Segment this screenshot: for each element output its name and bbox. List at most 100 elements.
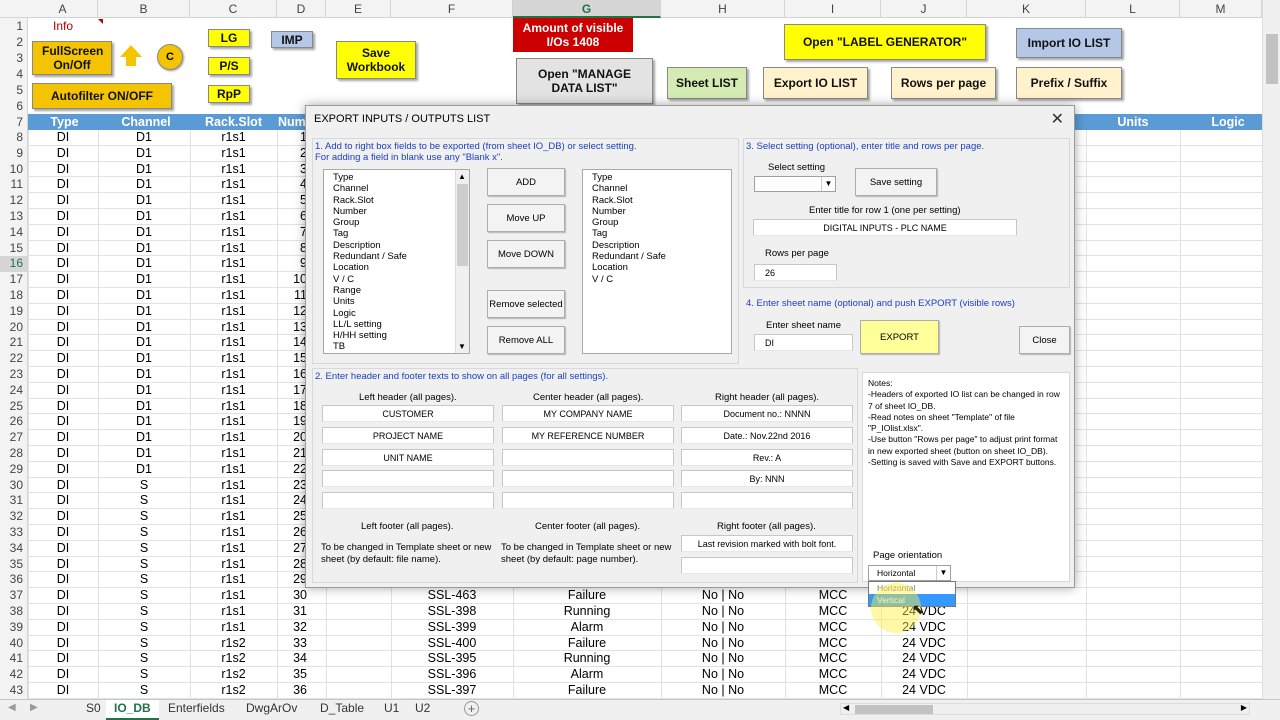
move-down-button[interactable]: Move DOWN xyxy=(487,240,565,268)
rpp-button[interactable]: RpP xyxy=(208,85,250,103)
cell-b[interactable]: D1 xyxy=(98,399,190,415)
row-number[interactable]: 40 xyxy=(0,635,28,652)
cell-b[interactable]: D1 xyxy=(98,241,190,257)
cell-c[interactable]: r1s1 xyxy=(190,399,277,415)
cell-c[interactable]: r1s1 xyxy=(190,525,277,541)
tab-nav-left-icon[interactable]: ◀ xyxy=(8,702,16,713)
cell-a[interactable]: DI xyxy=(28,225,98,241)
cell-j[interactable]: 24 VDC xyxy=(881,683,967,699)
cell-c[interactable]: r1s1 xyxy=(190,256,277,272)
sheet-list-button[interactable]: Sheet LIST xyxy=(667,67,747,99)
cell-b[interactable]: D1 xyxy=(98,383,190,399)
cell-c[interactable]: r1s1 xyxy=(190,557,277,573)
cell-d[interactable]: 20 xyxy=(277,430,307,446)
cell-c[interactable]: r1s1 xyxy=(190,367,277,383)
row-number[interactable]: 43 xyxy=(0,683,28,699)
cell-c[interactable]: r1s1 xyxy=(190,162,277,178)
row-number[interactable]: 36 xyxy=(0,572,28,589)
cell-c[interactable]: r1s1 xyxy=(190,414,277,430)
cell-a[interactable]: DI xyxy=(28,383,98,399)
cell-d[interactable]: 6 xyxy=(277,209,307,225)
cell-a[interactable]: DI xyxy=(28,256,98,272)
cell-a[interactable]: DI xyxy=(28,604,98,620)
right-footer-input-1[interactable]: Last revision marked with bolt font. xyxy=(681,535,853,552)
cell-b[interactable]: D1 xyxy=(98,272,190,288)
close-icon[interactable]: ✕ xyxy=(1051,109,1064,129)
prefix-suffix-button[interactable]: Prefix / Suffix xyxy=(1016,67,1122,99)
cell-g[interactable]: Running xyxy=(513,604,661,620)
cell-d[interactable]: 24 xyxy=(277,493,307,509)
list-item[interactable]: Type xyxy=(592,172,731,183)
cell-d[interactable]: 7 xyxy=(277,225,307,241)
cell-d[interactable]: 23 xyxy=(277,478,307,494)
cell-h[interactable]: No | No xyxy=(661,683,785,699)
cell-c[interactable]: r1s1 xyxy=(190,541,277,557)
cell-d[interactable]: 15 xyxy=(277,351,307,367)
cell-a[interactable]: DI xyxy=(28,572,98,588)
chevron-down-icon[interactable]: ▼ xyxy=(936,566,950,580)
lh-input[interactable]: CUSTOMER xyxy=(322,405,494,422)
cell-c[interactable]: r1s2 xyxy=(190,636,277,652)
ch-input[interactable]: MY REFERENCE NUMBER xyxy=(502,426,674,444)
cell-a[interactable]: DI xyxy=(28,446,98,462)
cell-c[interactable]: r1s1 xyxy=(190,177,277,193)
cell-c[interactable]: r1s1 xyxy=(190,462,277,478)
cell-f[interactable]: SSL-463 xyxy=(391,588,513,604)
lh-input[interactable]: PROJECT NAME xyxy=(322,426,494,444)
row-number[interactable]: 13 xyxy=(0,209,28,225)
cell-f[interactable]: SSL-399 xyxy=(391,620,513,636)
add-sheet-icon[interactable]: + xyxy=(464,701,479,716)
cell-d[interactable]: 21 xyxy=(277,446,307,462)
cell-h[interactable]: No | No xyxy=(661,604,785,620)
cell-g[interactable]: Alarm xyxy=(513,620,661,636)
cell-b[interactable]: D1 xyxy=(98,225,190,241)
row-number[interactable]: 25 xyxy=(0,398,28,415)
row-number[interactable]: 16 xyxy=(0,256,28,273)
list-item[interactable]: Channel xyxy=(592,183,731,194)
row-number[interactable]: 35 xyxy=(0,556,28,573)
cell-b[interactable]: S xyxy=(98,651,190,667)
export-fields-list[interactable]: Type Channel Rack.Slot Number Group Tag Descri… xyxy=(582,169,732,354)
cell-c[interactable]: r1s2 xyxy=(190,683,277,699)
lh-input[interactable] xyxy=(322,470,494,488)
cell-a[interactable]: DI xyxy=(28,399,98,415)
cell-d[interactable]: 14 xyxy=(277,335,307,351)
available-fields-list[interactable]: Type Channel Rack.Slot Number Group Tag Descri… xyxy=(323,169,470,354)
sheet-name-input[interactable]: DI xyxy=(754,334,853,351)
cell-d[interactable]: 16 xyxy=(277,367,307,383)
list-item[interactable]: TB xyxy=(333,341,469,352)
cell-d[interactable]: 22 xyxy=(277,462,307,478)
cell-c[interactable]: r1s2 xyxy=(190,651,277,667)
scroll-thumb[interactable] xyxy=(1266,34,1278,84)
row-number[interactable]: 6 xyxy=(0,98,28,114)
cell-c[interactable]: r1s1 xyxy=(190,572,277,588)
cell-b[interactable]: D1 xyxy=(98,351,190,367)
cell-a[interactable]: DI xyxy=(28,541,98,557)
cell-b[interactable]: D1 xyxy=(98,177,190,193)
cell-c[interactable]: r1s1 xyxy=(190,351,277,367)
cell-a[interactable]: DI xyxy=(28,272,98,288)
cell-a[interactable]: DI xyxy=(28,241,98,257)
cell-d[interactable]: 11 xyxy=(277,288,307,304)
row-number[interactable]: 20 xyxy=(0,319,28,336)
cell-a[interactable]: DI xyxy=(28,162,98,178)
cell-a[interactable]: DI xyxy=(28,557,98,573)
row-number[interactable]: 18 xyxy=(0,288,28,304)
scroll-right-icon[interactable]: ▶ xyxy=(1241,703,1247,712)
cell-j[interactable]: 24 VDC xyxy=(881,651,967,667)
cell-d[interactable]: 2 xyxy=(277,146,307,162)
cell-a[interactable]: DI xyxy=(28,351,98,367)
cell-b[interactable]: S xyxy=(98,588,190,604)
cell-i[interactable]: MCC xyxy=(785,651,881,667)
cell-h[interactable]: No | No xyxy=(661,651,785,667)
row-number[interactable]: 33 xyxy=(0,525,28,541)
cell-c[interactable]: r1s1 xyxy=(190,320,277,336)
cell-i[interactable]: MCC xyxy=(785,620,881,636)
cell-c[interactable]: r1s1 xyxy=(190,383,277,399)
cell-h[interactable]: No | No xyxy=(661,588,785,604)
autofilter-button[interactable]: Autofilter ON/OFF xyxy=(32,83,172,109)
import-io-list-button[interactable]: Import IO LIST xyxy=(1016,28,1122,58)
cell-f[interactable]: SSL-400 xyxy=(391,636,513,652)
cell-d[interactable]: 36 xyxy=(277,683,307,699)
cell-a[interactable]: DI xyxy=(28,462,98,478)
